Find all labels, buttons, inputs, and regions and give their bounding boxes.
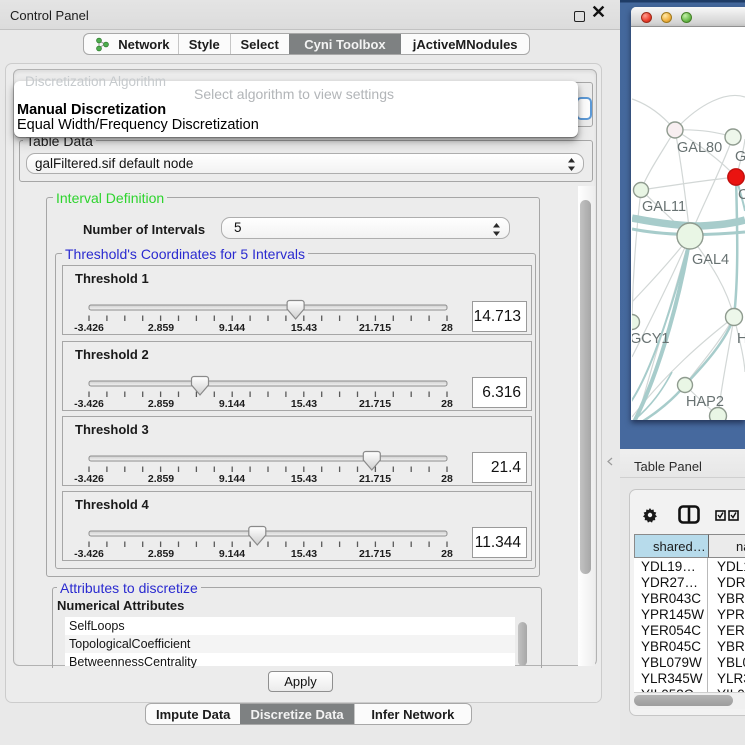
svg-text:28: 28 — [441, 548, 453, 560]
svg-text:GA: GA — [735, 149, 745, 165]
svg-text:15.43: 15.43 — [291, 548, 317, 560]
svg-text:GAL4: GAL4 — [692, 252, 729, 268]
svg-text:9.144: 9.144 — [219, 548, 245, 560]
svg-text:28: 28 — [441, 322, 453, 334]
svg-text:28: 28 — [441, 473, 453, 485]
svg-text:2.859: 2.859 — [148, 473, 174, 485]
svg-text:-3.426: -3.426 — [74, 398, 104, 410]
svg-text:GCY1: GCY1 — [632, 331, 670, 347]
svg-text:15.43: 15.43 — [291, 322, 317, 334]
svg-text:2.859: 2.859 — [148, 322, 174, 334]
svg-text:28: 28 — [441, 398, 453, 410]
svg-text:9.144: 9.144 — [219, 322, 245, 334]
svg-text:C: C — [738, 187, 745, 203]
svg-text:-3.426: -3.426 — [74, 548, 104, 560]
svg-text:H: H — [737, 331, 745, 347]
svg-text:9.144: 9.144 — [219, 398, 245, 410]
svg-text:21.715: 21.715 — [359, 548, 391, 560]
svg-text:-3.426: -3.426 — [74, 473, 104, 485]
svg-text:21.715: 21.715 — [359, 322, 391, 334]
svg-text:21.715: 21.715 — [359, 473, 391, 485]
svg-text:2.859: 2.859 — [148, 398, 174, 410]
svg-text:15.43: 15.43 — [291, 473, 317, 485]
svg-text:9.144: 9.144 — [219, 473, 245, 485]
svg-text:15.43: 15.43 — [291, 398, 317, 410]
svg-text:GAL11: GAL11 — [642, 199, 686, 215]
svg-text:GAL80: GAL80 — [677, 140, 722, 156]
svg-text:-3.426: -3.426 — [74, 322, 104, 334]
svg-text:21.715: 21.715 — [359, 398, 391, 410]
svg-text:2.859: 2.859 — [148, 548, 174, 560]
svg-text:HAP2: HAP2 — [686, 394, 724, 410]
